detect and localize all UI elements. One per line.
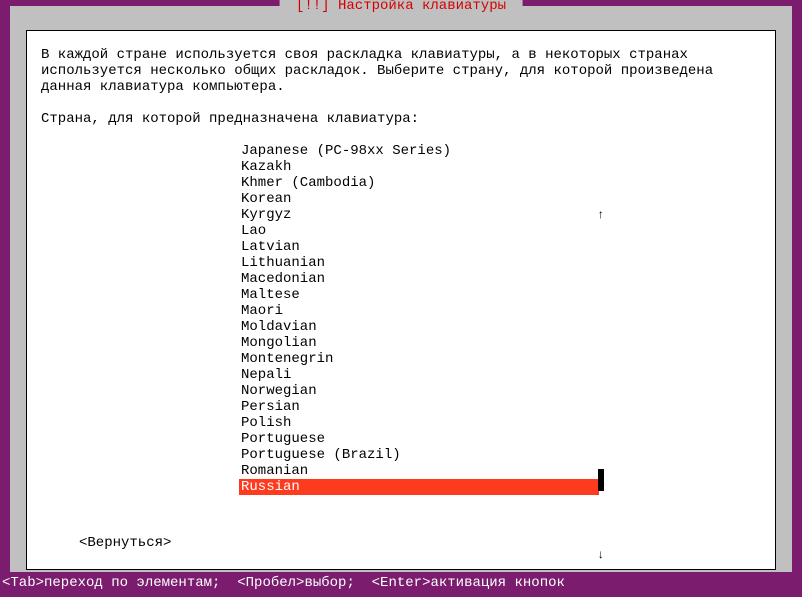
- list-item[interactable]: Kazakh: [239, 159, 599, 175]
- list-item[interactable]: Russian: [239, 479, 599, 495]
- list-item[interactable]: Maltese: [239, 287, 599, 303]
- prompt-text: Страна, для которой предназначена клавиа…: [41, 111, 761, 127]
- list-item[interactable]: Lao: [239, 223, 599, 239]
- list-item[interactable]: Persian: [239, 399, 599, 415]
- keyboard-country-list[interactable]: Japanese (PC-98xx Series)KazakhKhmer (Ca…: [239, 143, 599, 495]
- dialog-title: [!!] Настройка клавиатуры: [280, 0, 523, 14]
- list-item[interactable]: Macedonian: [239, 271, 599, 287]
- list-item[interactable]: Kyrgyz: [239, 207, 599, 223]
- dialog-inner: В каждой стране используется своя раскла…: [26, 30, 776, 570]
- list-item[interactable]: Polish: [239, 415, 599, 431]
- list-item[interactable]: Japanese (PC-98xx Series): [239, 143, 599, 159]
- list-item[interactable]: Moldavian: [239, 319, 599, 335]
- list-item[interactable]: Korean: [239, 191, 599, 207]
- list-item[interactable]: Maori: [239, 303, 599, 319]
- installer-dialog-outer: [!!] Настройка клавиатуры В каждой стран…: [10, 6, 792, 572]
- back-button[interactable]: <Вернуться>: [79, 535, 171, 551]
- list-item[interactable]: Romanian: [239, 463, 599, 479]
- list-item[interactable]: Montenegrin: [239, 351, 599, 367]
- footer-hint: <Tab>переход по элементам; <Пробел>выбор…: [2, 575, 565, 591]
- list-item[interactable]: Norwegian: [239, 383, 599, 399]
- scroll-up-icon[interactable]: ↑: [597, 207, 604, 223]
- list-item[interactable]: Nepali: [239, 367, 599, 383]
- list-item[interactable]: Latvian: [239, 239, 599, 255]
- scrollbar[interactable]: ↑ ↓: [597, 209, 607, 561]
- dialog-content: В каждой стране используется своя раскла…: [27, 31, 775, 495]
- scroll-thumb[interactable]: [598, 469, 604, 491]
- list-item[interactable]: Mongolian: [239, 335, 599, 351]
- list-item[interactable]: Lithuanian: [239, 255, 599, 271]
- description-text: В каждой стране используется своя раскла…: [41, 47, 761, 95]
- scroll-down-icon[interactable]: ↓: [597, 547, 604, 563]
- list-item[interactable]: Portuguese: [239, 431, 599, 447]
- list-item[interactable]: Khmer (Cambodia): [239, 175, 599, 191]
- list-item[interactable]: Portuguese (Brazil): [239, 447, 599, 463]
